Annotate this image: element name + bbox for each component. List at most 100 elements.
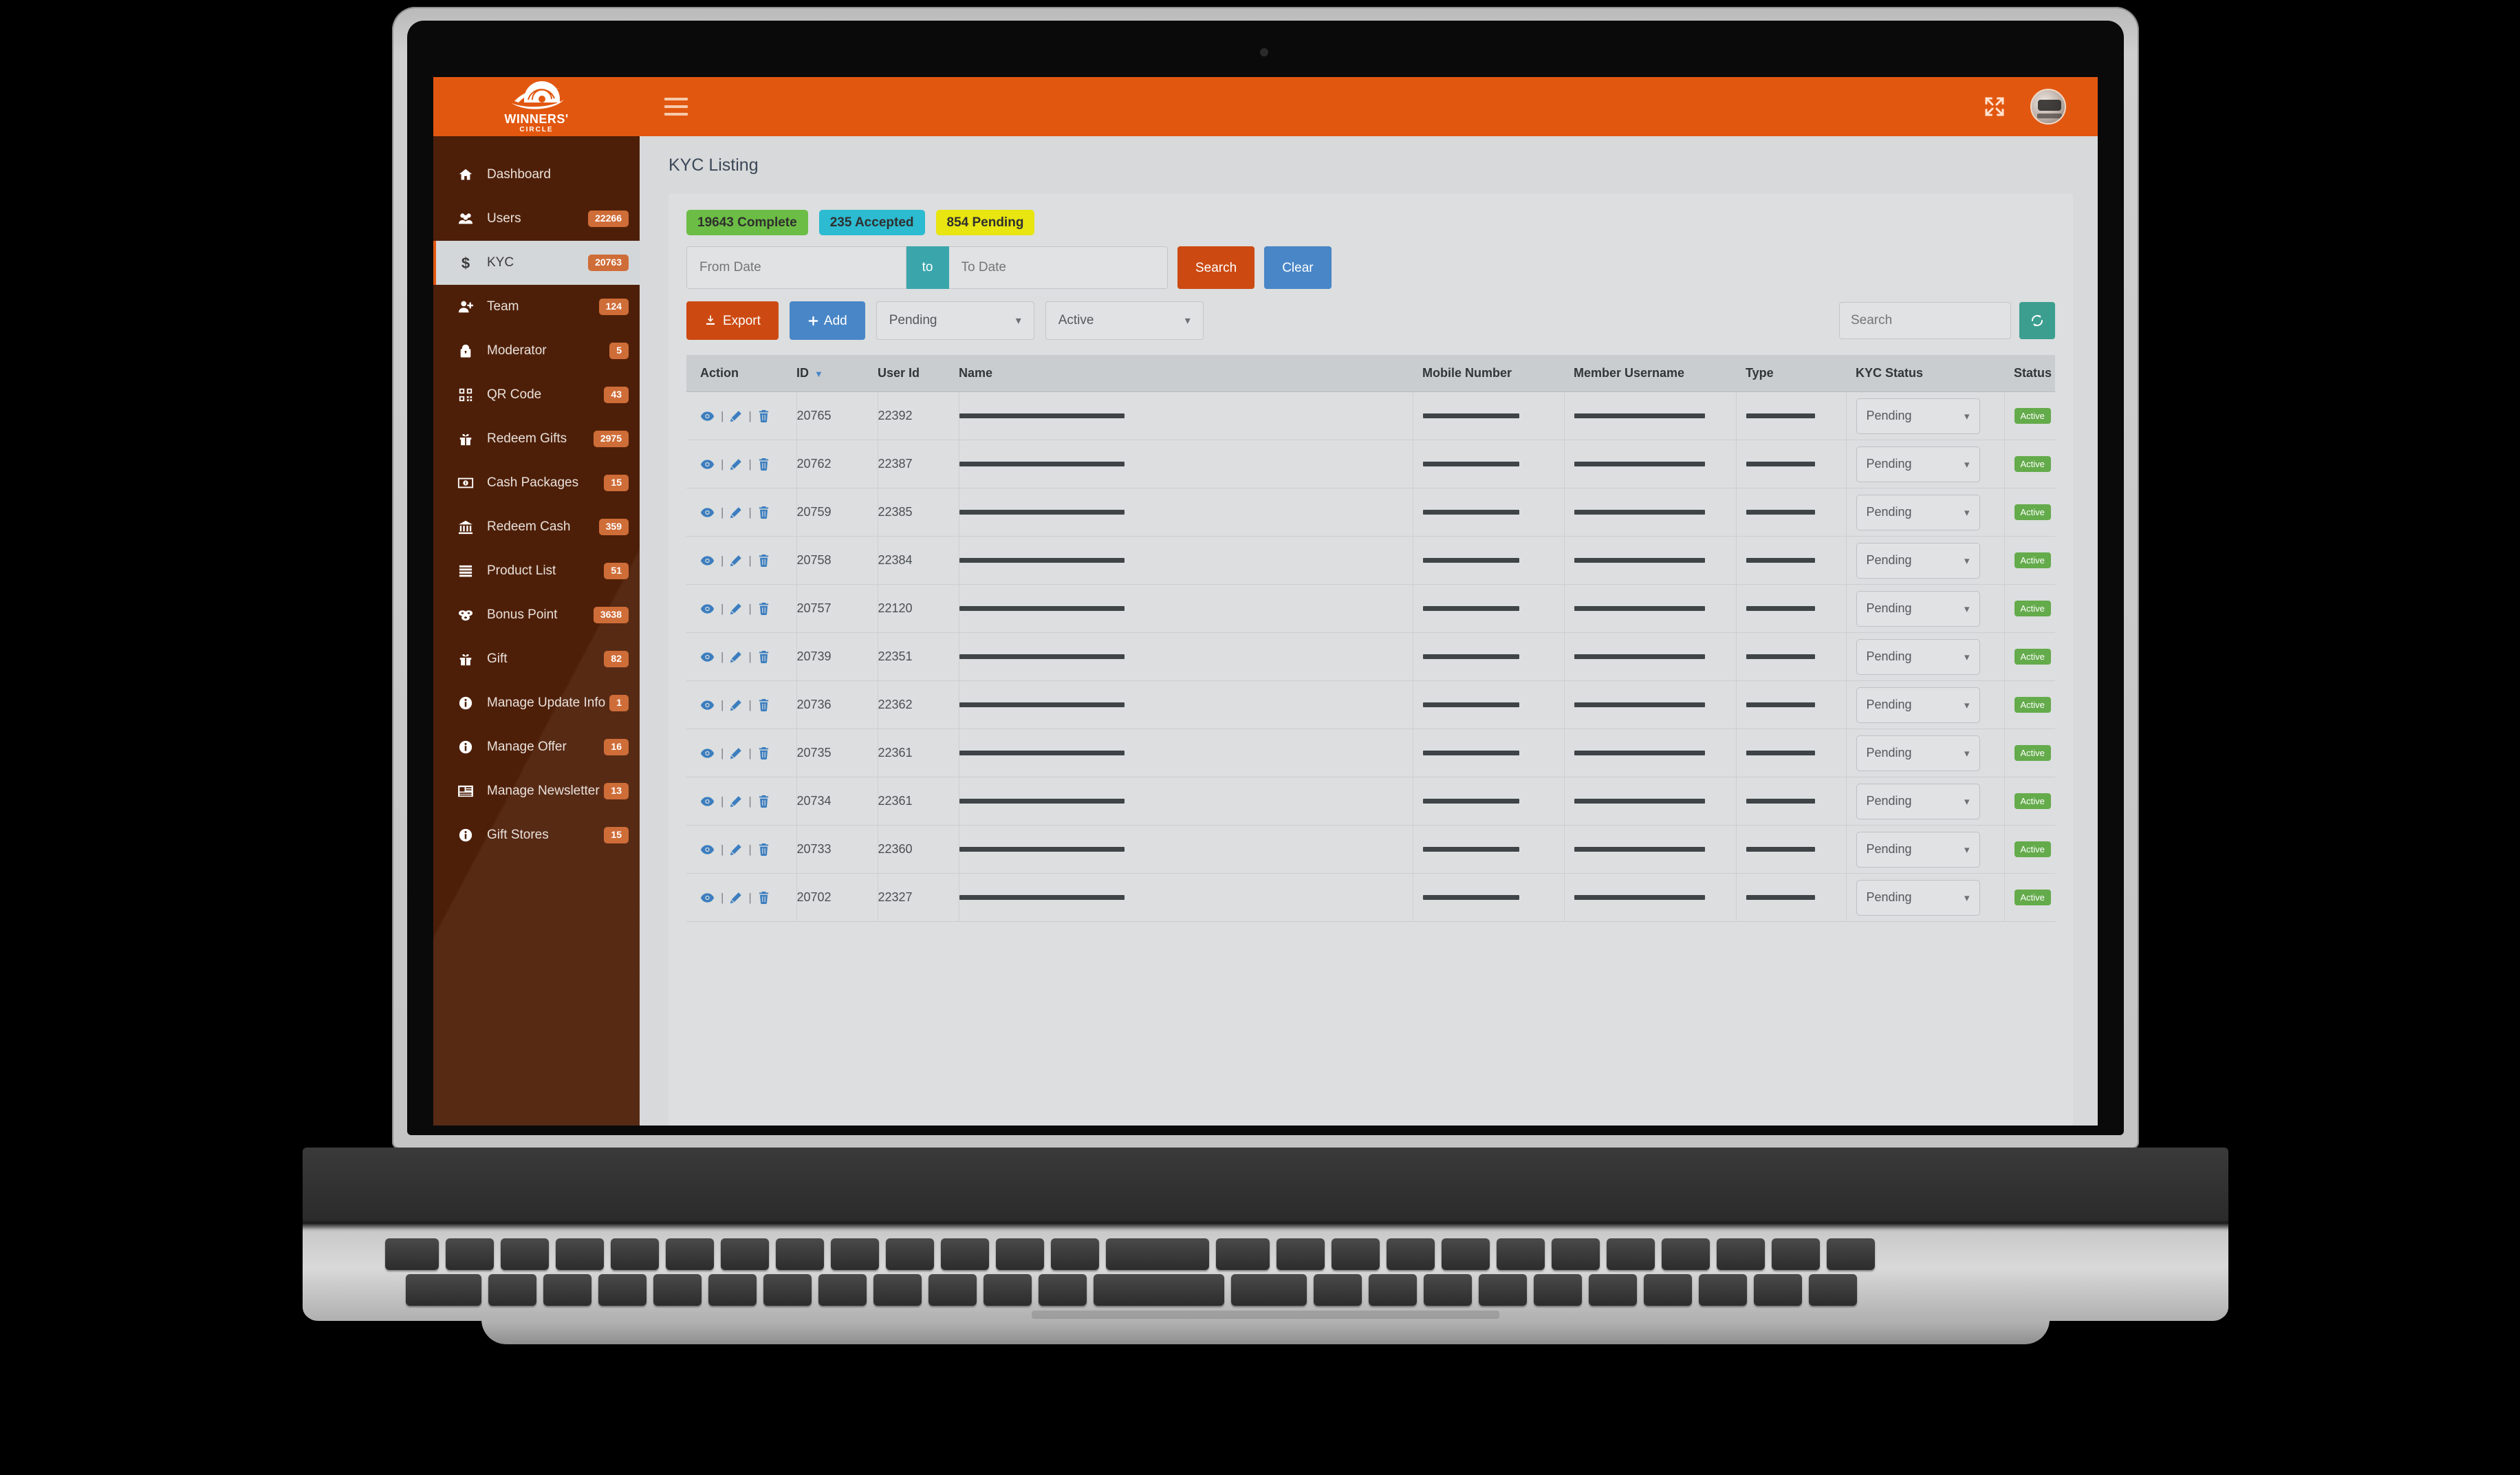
status-badge[interactable]: Active [2014, 649, 2051, 665]
edit-pencil-icon[interactable] [730, 506, 742, 519]
sidebar-item-manage-offer[interactable]: Manage Offer 16 [433, 725, 640, 769]
edit-pencil-icon[interactable] [730, 555, 742, 567]
table-search-input[interactable] [1839, 302, 2011, 339]
column-header-kyc[interactable]: KYC Status [1846, 355, 2004, 392]
kyc-status-select[interactable]: Pending ▾ [1856, 638, 1980, 675]
delete-trash-icon[interactable] [758, 746, 770, 760]
sidebar-item-redeem-gifts[interactable]: Redeem Gifts 2975 [433, 417, 640, 461]
column-header-member[interactable]: Member Username [1564, 355, 1736, 392]
edit-pencil-icon[interactable] [730, 651, 742, 663]
sidebar-item-manage-newsletter[interactable]: Manage Newsletter 13 [433, 769, 640, 813]
sidebar-item-gift-stores[interactable]: Gift Stores 15 [433, 813, 640, 857]
sidebar-item-qr-code[interactable]: QR Code 43 [433, 373, 640, 417]
view-eye-icon[interactable] [700, 603, 715, 614]
kyc-status-filter-select[interactable]: Pending ▾ [876, 301, 1034, 340]
kyc-status-select[interactable]: Pending ▾ [1856, 783, 1980, 819]
action-separator: | [748, 409, 752, 422]
column-header-userid[interactable]: User Id [878, 355, 959, 392]
user-avatar[interactable] [2030, 89, 2066, 125]
kyc-status-select[interactable]: Pending ▾ [1856, 398, 1980, 434]
edit-pencil-icon[interactable] [730, 795, 742, 808]
sidebar-item-cash-packages[interactable]: Cash Packages 15 [433, 461, 640, 505]
status-badge[interactable]: Active [2014, 890, 2051, 905]
status-badge[interactable]: Active [2014, 745, 2051, 761]
kyc-status-select[interactable]: Pending ▾ [1856, 735, 1980, 771]
redacted-value [1574, 606, 1705, 611]
sidebar-item-moderator[interactable]: Moderator 5 [433, 329, 640, 373]
from-date-input[interactable] [686, 246, 906, 289]
hamburger-menu-icon[interactable] [664, 98, 688, 116]
kyc-status-select[interactable]: Pending ▾ [1856, 590, 1980, 627]
kyc-status-select[interactable]: Pending ▾ [1856, 542, 1980, 579]
sidebar-item-dashboard[interactable]: Dashboard [433, 153, 640, 197]
status-badge[interactable]: Active [2014, 504, 2051, 520]
sidebar-item-team[interactable]: Team 124 [433, 285, 640, 329]
kyc-status-select[interactable]: Pending ▾ [1856, 879, 1980, 916]
sidebar-item-redeem-cash[interactable]: Redeem Cash 359 [433, 505, 640, 549]
delete-trash-icon[interactable] [758, 698, 770, 711]
delete-trash-icon[interactable] [758, 602, 770, 615]
view-eye-icon[interactable] [700, 555, 715, 566]
edit-pencil-icon[interactable] [730, 747, 742, 760]
column-header-status[interactable]: Status↕ [2004, 355, 2055, 392]
date-range-group: to [686, 246, 1168, 289]
status-badge[interactable]: Active [2014, 841, 2051, 857]
edit-pencil-icon[interactable] [730, 699, 742, 711]
fullscreen-expand-icon[interactable] [1982, 94, 2007, 119]
search-button[interactable]: Search [1177, 246, 1255, 289]
cell-id: 20739 [796, 632, 878, 681]
status-badge[interactable]: Active [2014, 601, 2051, 616]
sidebar-item-kyc[interactable]: $ KYC 20763 [433, 241, 640, 285]
export-button[interactable]: Export [686, 301, 779, 340]
status-badge[interactable]: Active [2014, 697, 2051, 713]
delete-trash-icon[interactable] [758, 650, 770, 663]
delete-trash-icon[interactable] [758, 409, 770, 422]
delete-trash-icon[interactable] [758, 795, 770, 808]
view-eye-icon[interactable] [700, 748, 715, 759]
delete-trash-icon[interactable] [758, 457, 770, 471]
status-badge[interactable]: Active [2014, 793, 2051, 809]
view-eye-icon[interactable] [700, 892, 715, 903]
column-header-action[interactable]: Action [686, 355, 796, 392]
status-badge[interactable]: Active [2014, 456, 2051, 472]
column-header-type[interactable]: Type [1736, 355, 1846, 392]
view-eye-icon[interactable] [700, 844, 715, 855]
edit-pencil-icon[interactable] [730, 410, 742, 422]
view-eye-icon[interactable] [700, 459, 715, 470]
edit-pencil-icon[interactable] [730, 603, 742, 615]
sidebar-item-gift[interactable]: Gift 82 [433, 637, 640, 681]
brand-logo[interactable]: WINNERS' CIRCLE [433, 77, 640, 136]
column-header-mobile[interactable]: Mobile Number [1413, 355, 1564, 392]
edit-pencil-icon[interactable] [730, 892, 742, 904]
edit-pencil-icon[interactable] [730, 843, 742, 856]
view-eye-icon[interactable] [700, 411, 715, 422]
cell-type [1736, 584, 1847, 633]
status-badge[interactable]: Active [2014, 552, 2051, 568]
status-filter-select[interactable]: Active ▾ [1045, 301, 1204, 340]
to-date-input[interactable] [948, 246, 1168, 289]
view-eye-icon[interactable] [700, 796, 715, 807]
delete-trash-icon[interactable] [758, 843, 770, 856]
column-header-id[interactable]: ID ▼ [796, 355, 878, 392]
delete-trash-icon[interactable] [758, 891, 770, 904]
redacted-value [959, 558, 1125, 563]
kyc-status-select[interactable]: Pending ▾ [1856, 494, 1980, 530]
view-eye-icon[interactable] [700, 507, 715, 518]
sidebar-item-product-list[interactable]: Product List 51 [433, 549, 640, 593]
sidebar-item-users[interactable]: Users 22266 [433, 197, 640, 241]
view-eye-icon[interactable] [700, 700, 715, 711]
delete-trash-icon[interactable] [758, 554, 770, 567]
kyc-status-select[interactable]: Pending ▾ [1856, 831, 1980, 868]
clear-button[interactable]: Clear [1264, 246, 1332, 289]
kyc-status-select[interactable]: Pending ▾ [1856, 687, 1980, 723]
refresh-button[interactable] [2019, 302, 2055, 339]
edit-pencil-icon[interactable] [730, 458, 742, 471]
sidebar-item-bonus-point[interactable]: Bonus Point 3638 [433, 593, 640, 637]
view-eye-icon[interactable] [700, 652, 715, 663]
kyc-status-select[interactable]: Pending ▾ [1856, 446, 1980, 482]
column-header-name[interactable]: Name [959, 355, 1413, 392]
delete-trash-icon[interactable] [758, 506, 770, 519]
sidebar-item-manage-update-info[interactable]: Manage Update Info 1 [433, 681, 640, 725]
status-badge[interactable]: Active [2014, 408, 2051, 424]
add-button[interactable]: Add [789, 301, 865, 340]
